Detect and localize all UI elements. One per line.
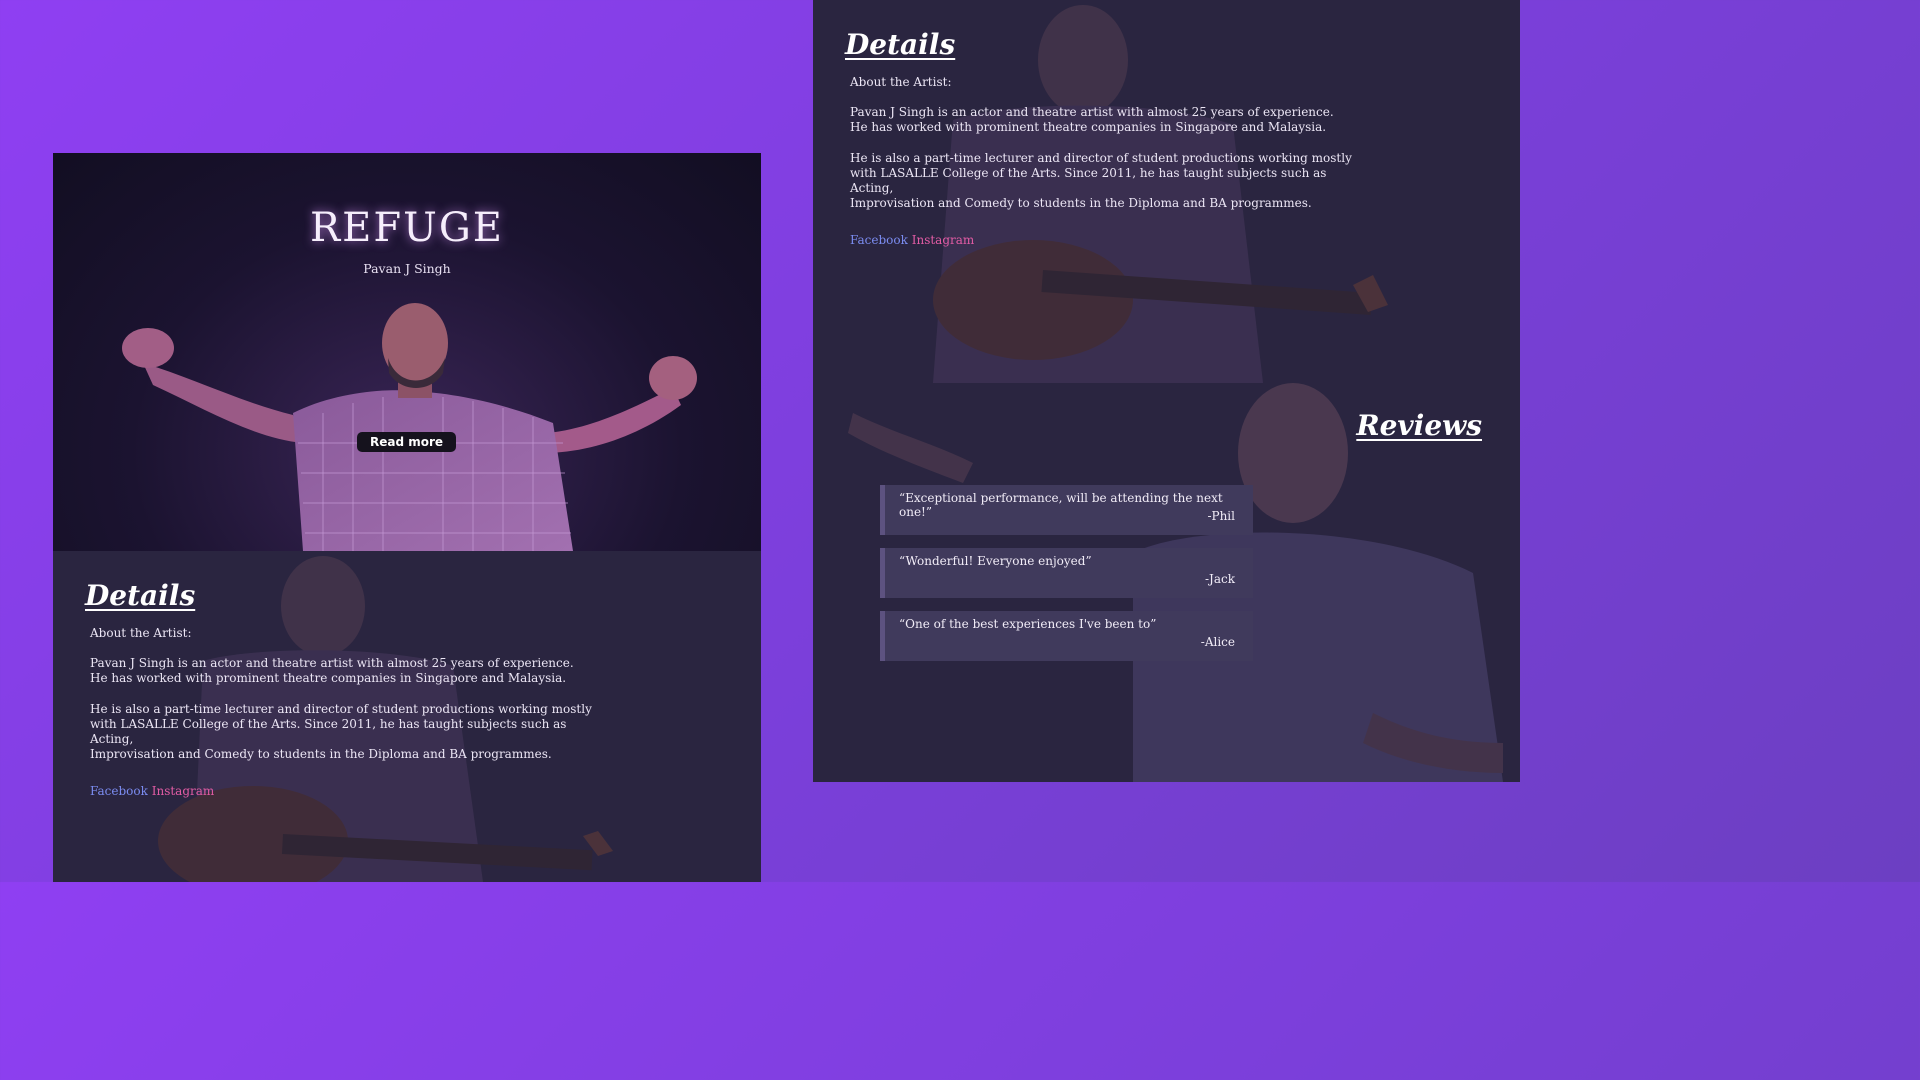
details-content: Details About the Artist: Pavan J Singh … (85, 579, 605, 798)
review-card: “Exceptional performance, will be attend… (880, 485, 1253, 535)
about-artist-label: About the Artist: (850, 75, 952, 89)
hero-title: REFUGE (310, 205, 504, 251)
instagram-link[interactable]: Instagram (912, 233, 975, 247)
review-author: -Jack (1204, 572, 1235, 586)
details-section: Details About the Artist: Pavan J Singh … (53, 551, 761, 882)
social-links: Facebook Instagram (90, 784, 605, 798)
review-author: -Alice (1200, 635, 1235, 649)
bio-paragraph-1: Pavan J Singh is an actor and theatre ar… (90, 656, 574, 685)
about-artist-label: About the Artist: (90, 626, 192, 640)
review-quote: “Exceptional performance, will be attend… (899, 491, 1223, 519)
bio-paragraph-2: He is also a part-time lecturer and dire… (850, 151, 1352, 210)
read-more-button[interactable]: Read more (357, 432, 456, 452)
details-heading: Details (85, 579, 196, 612)
reviews-heading: Reviews (1356, 409, 1482, 442)
review-card: “One of the best experiences I've been t… (880, 611, 1253, 661)
instagram-link[interactable]: Instagram (152, 784, 215, 798)
review-quote: “Wonderful! Everyone enjoyed” (899, 554, 1092, 568)
review-card: “Wonderful! Everyone enjoyed” -Jack (880, 548, 1253, 598)
bio-paragraph-2: He is also a part-time lecturer and dire… (90, 702, 592, 761)
review-quote: “One of the best experiences I've been t… (899, 617, 1157, 631)
facebook-link[interactable]: Facebook (850, 233, 908, 247)
review-author: -Phil (1207, 509, 1235, 523)
details-content: Details About the Artist: Pavan J Singh … (845, 28, 1365, 247)
details-reviews-preview: Details About the Artist: Pavan J Singh … (813, 0, 1520, 782)
facebook-link[interactable]: Facebook (90, 784, 148, 798)
artist-name: Pavan J Singh (363, 261, 451, 276)
bio-paragraph-1: Pavan J Singh is an actor and theatre ar… (850, 105, 1334, 134)
details-section: Details About the Artist: Pavan J Singh … (813, 0, 1520, 383)
hero-section: REFUGE Pavan J Singh Read more (53, 153, 761, 551)
social-links: Facebook Instagram (850, 233, 1365, 247)
reviews-section: Reviews “Exceptional performance, will b… (813, 383, 1520, 782)
details-heading: Details (845, 28, 956, 61)
landing-page-preview: REFUGE Pavan J Singh Read more Details A… (53, 153, 761, 882)
